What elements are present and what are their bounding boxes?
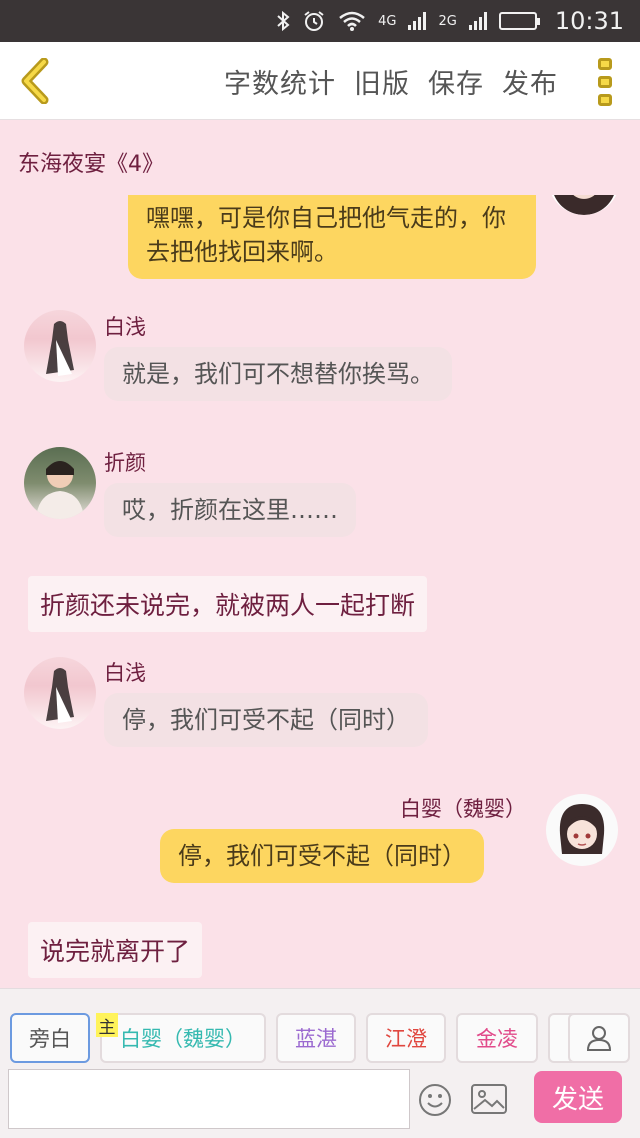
more-dot-icon bbox=[598, 76, 612, 88]
add-role-button[interactable] bbox=[568, 1013, 630, 1063]
anime-character-avatar bbox=[546, 794, 618, 866]
figure-silhouette-icon bbox=[46, 668, 74, 723]
send-button[interactable]: 发送 bbox=[534, 1071, 622, 1123]
signal-icon-2 bbox=[468, 12, 487, 30]
narration-text[interactable]: 说完就离开了 bbox=[28, 922, 203, 978]
old-version-button[interactable]: 旧版 bbox=[354, 62, 410, 101]
back-button[interactable] bbox=[16, 57, 60, 105]
white-robed-woman-avatar bbox=[24, 310, 96, 382]
more-dot-icon bbox=[598, 58, 612, 70]
person-portrait-icon bbox=[36, 461, 84, 519]
figure-silhouette-icon bbox=[46, 321, 74, 376]
network-label-1: 4G bbox=[378, 13, 397, 29]
back-chevron-icon bbox=[21, 57, 49, 105]
signal-icon-1 bbox=[408, 12, 427, 30]
message-bubble[interactable]: 停，我们可受不起（同时） bbox=[104, 693, 428, 747]
input-panel: 旁白 白婴（魏婴） 主 蓝湛 江澄 金凌 发送 bbox=[0, 988, 640, 1138]
speaker-name: 折颜 bbox=[104, 451, 146, 475]
message-bubble[interactable]: 就是，我们可不想替你挨骂。 bbox=[104, 347, 452, 401]
role-tab-jiangcheng[interactable]: 江澄 bbox=[366, 1013, 446, 1063]
smiley-icon bbox=[419, 1084, 451, 1116]
word-count-button[interactable]: 字数统计 bbox=[224, 62, 336, 101]
narration-text[interactable]: 折颜还未说完，就被两人一起打断 bbox=[28, 576, 428, 632]
speaker-name: 白婴（魏婴） bbox=[400, 797, 526, 821]
publish-button[interactable]: 发布 bbox=[502, 62, 558, 101]
network-label-2: 2G bbox=[438, 13, 457, 29]
status-bar: 4G 2G 10:31 bbox=[0, 0, 640, 42]
message-input[interactable] bbox=[8, 1069, 410, 1129]
clock: 10:31 bbox=[554, 7, 624, 35]
more-menu-button[interactable] bbox=[598, 58, 614, 106]
anime-character-avatar bbox=[548, 195, 620, 215]
speaker-name: 白浅 bbox=[104, 315, 146, 339]
image-button[interactable] bbox=[470, 1083, 508, 1115]
more-dot-icon bbox=[598, 94, 612, 106]
chat-area[interactable]: 嘿嘿，可是你自己把他气走的，你去把他找回来啊。 白浅 就是，我们可不想替你挨骂。… bbox=[0, 195, 640, 985]
anime-portrait-icon bbox=[559, 804, 605, 854]
bluetooth-icon bbox=[277, 10, 290, 32]
save-button[interactable]: 保存 bbox=[428, 62, 484, 101]
white-robed-woman-avatar bbox=[24, 657, 96, 729]
message-bubble[interactable]: 停，我们可受不起（同时） bbox=[160, 829, 484, 883]
emoji-button[interactable] bbox=[418, 1083, 452, 1117]
toolbar-actions: 字数统计 旧版 保存 发布 bbox=[224, 42, 558, 120]
alarm-icon bbox=[304, 11, 324, 31]
role-tab-narrator[interactable]: 旁白 bbox=[10, 1013, 90, 1063]
message-bubble[interactable]: 嘿嘿，可是你自己把他气走的，你去把他找回来啊。 bbox=[128, 195, 536, 279]
role-tab-jinling[interactable]: 金凌 bbox=[456, 1013, 538, 1063]
main-role-badge: 主 bbox=[96, 1013, 118, 1038]
user-icon bbox=[586, 1026, 612, 1051]
man-in-robe-avatar bbox=[24, 447, 96, 519]
editor-toolbar: 字数统计 旧版 保存 发布 bbox=[0, 42, 640, 120]
role-tab-baiying[interactable]: 白婴（魏婴） bbox=[100, 1013, 266, 1063]
role-tab-lanzhan[interactable]: 蓝湛 bbox=[276, 1013, 356, 1063]
speaker-name: 白浅 bbox=[104, 661, 146, 685]
status-icons: 4G 2G 10:31 bbox=[276, 0, 624, 42]
chapter-title: 东海夜宴《4》 bbox=[18, 152, 164, 177]
wifi-icon bbox=[339, 11, 365, 31]
message-bubble[interactable]: 哎，折颜在这里…… bbox=[104, 483, 356, 537]
image-icon bbox=[471, 1084, 507, 1114]
battery-icon bbox=[498, 12, 540, 30]
